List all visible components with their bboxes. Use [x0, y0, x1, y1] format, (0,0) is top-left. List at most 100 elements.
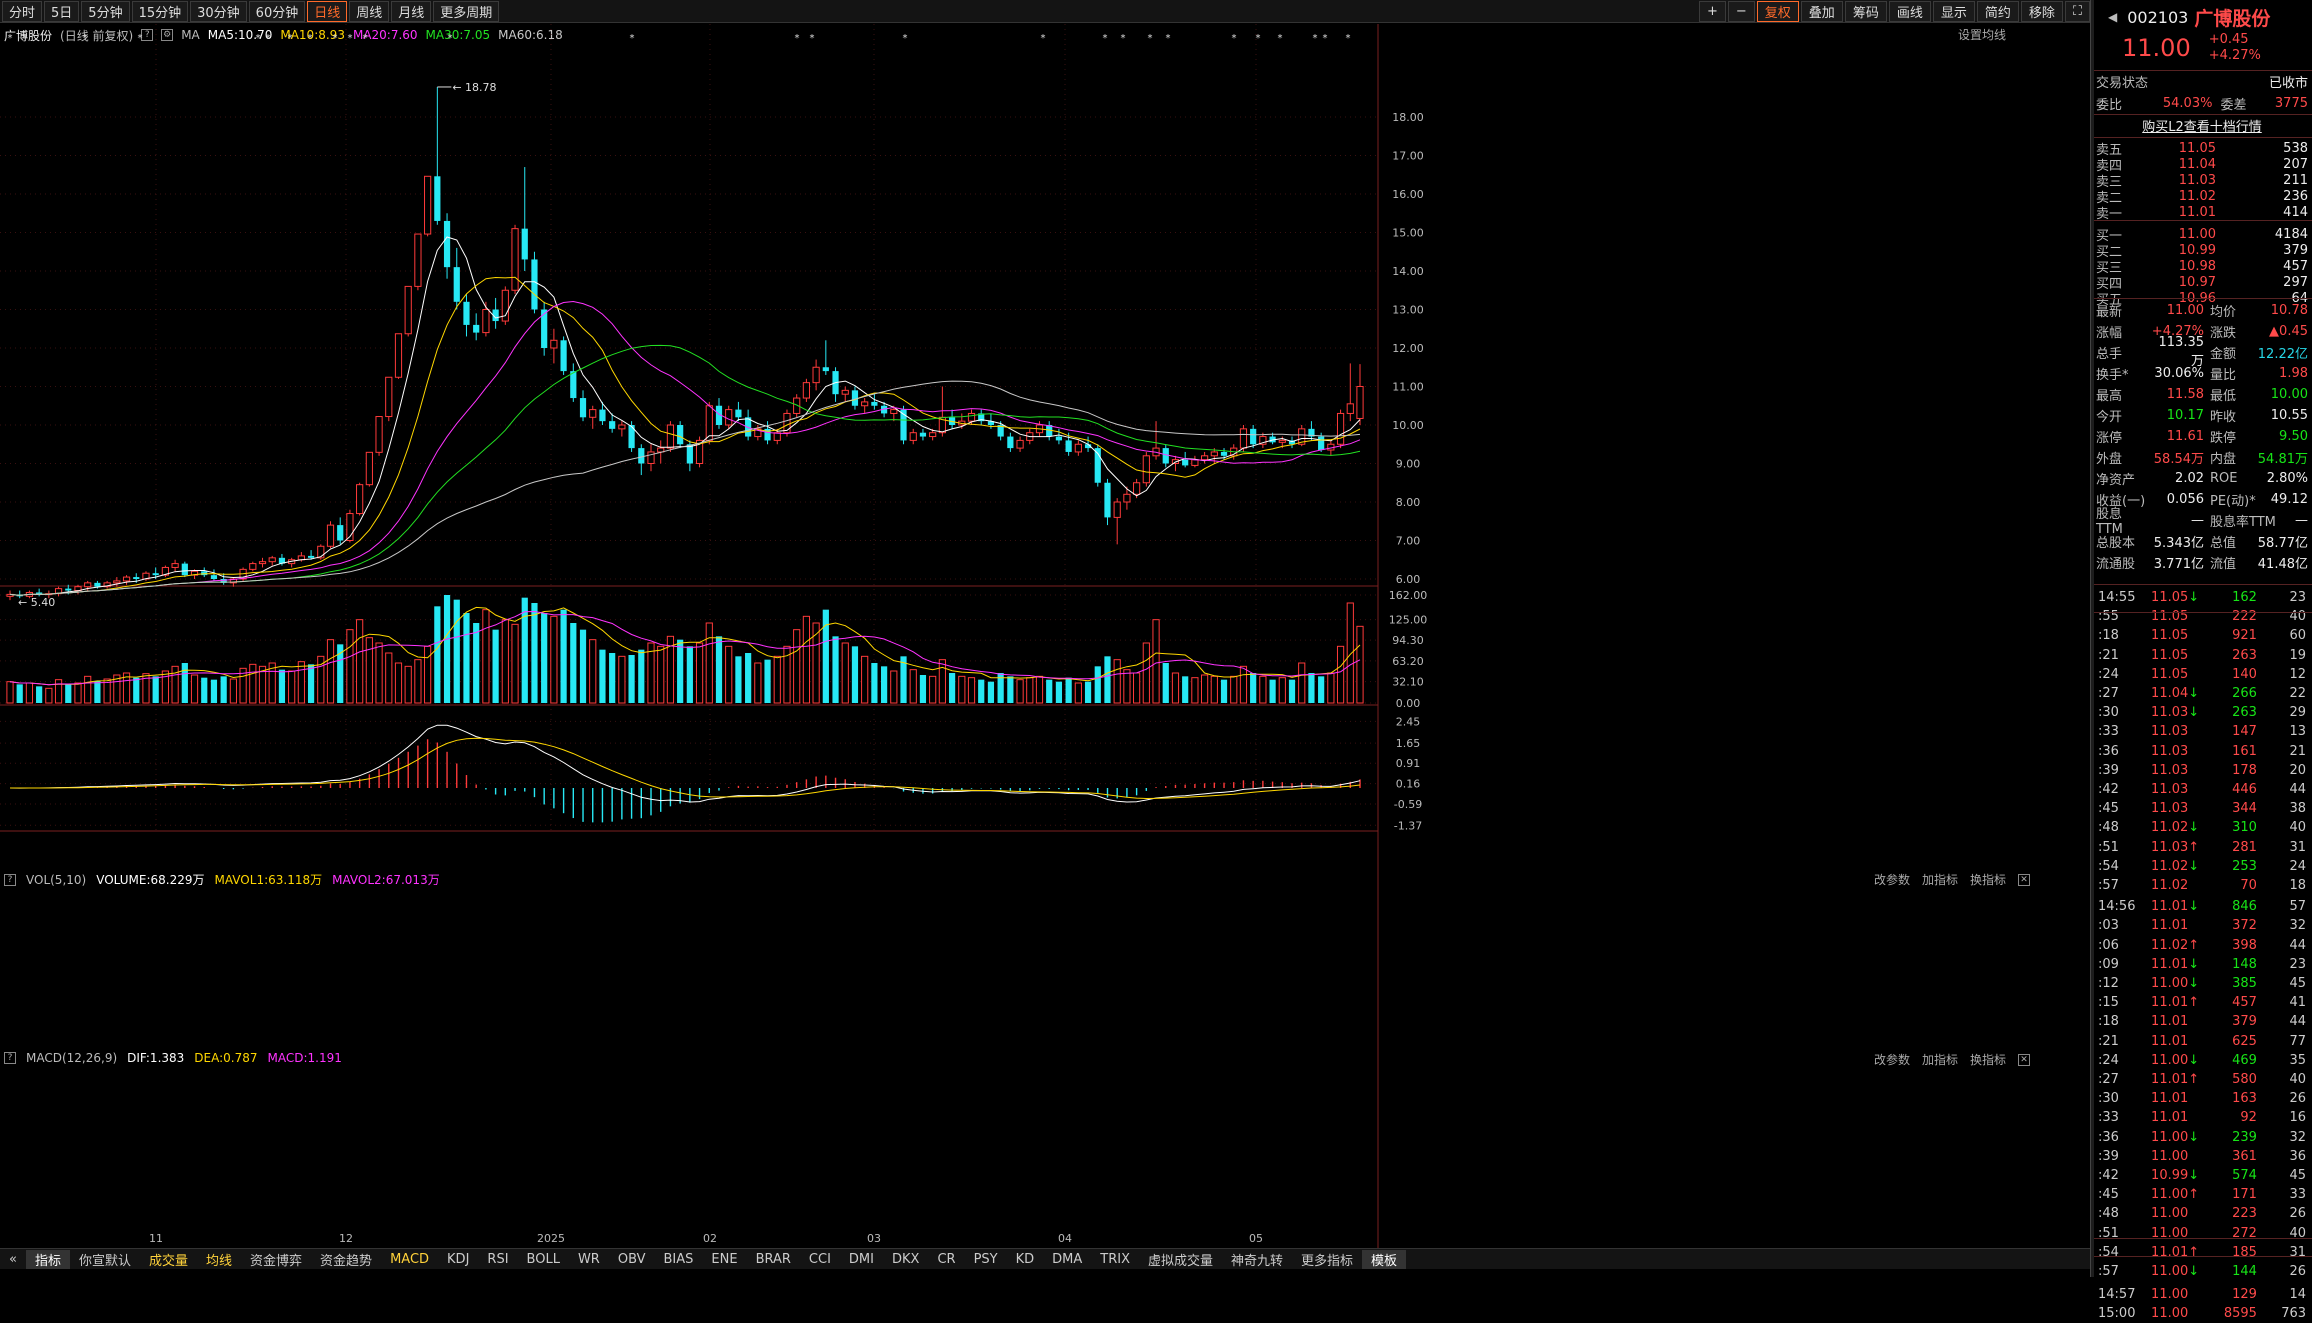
indicator-tab-17[interactable]: DKX — [883, 1252, 928, 1267]
indicator-tab-4[interactable]: 资金博弈 — [241, 1250, 311, 1269]
level2-link[interactable]: 购买L2查看十档行情 — [2142, 116, 2262, 135]
event-marker-icon[interactable]: * — [1166, 33, 1171, 44]
event-marker-icon[interactable]: * — [23, 33, 28, 44]
macd-help-icon[interactable]: ? — [4, 1052, 16, 1064]
indicator-tab-20[interactable]: KD — [1007, 1252, 1044, 1267]
arrow-left-icon[interactable]: ◀ — [2108, 10, 2117, 24]
vol-add-indicator[interactable]: 加指标 — [1922, 871, 1958, 888]
event-marker-icon[interactable]: * — [1313, 33, 1318, 44]
volume-bar — [802, 615, 811, 704]
indicator-tab-9[interactable]: BOLL — [518, 1252, 569, 1267]
event-marker-icon[interactable]: * — [288, 33, 293, 44]
event-marker-icon[interactable]: * — [1323, 33, 1328, 44]
indicator-tab-10[interactable]: WR — [569, 1252, 609, 1267]
indicator-tab-25[interactable]: 更多指标 — [1292, 1250, 1362, 1269]
event-marker-icon[interactable]: * — [795, 33, 800, 44]
indicator-tab-6[interactable]: MACD — [381, 1252, 438, 1267]
indicator-tab-26[interactable]: 模板 — [1362, 1249, 1407, 1269]
tick-arrow: ↑ — [2188, 1072, 2200, 1087]
tick-count: 40 — [2289, 820, 2307, 836]
indicator-tab-14[interactable]: BRAR — [747, 1252, 800, 1267]
indicator-tab-13[interactable]: ENE — [702, 1252, 746, 1267]
event-marker-icon[interactable]: * — [1232, 33, 1237, 44]
event-marker-icon[interactable]: * — [308, 33, 313, 44]
vol-tick-label: 94.30 — [1392, 634, 1424, 647]
indicator-tab-24[interactable]: 神奇九转 — [1222, 1250, 1292, 1269]
event-marker-icon[interactable]: * — [630, 33, 635, 44]
event-marker-icon[interactable]: * — [448, 33, 453, 44]
event-marker-icon[interactable]: * — [1041, 33, 1046, 44]
volume-bar — [356, 619, 364, 704]
stat-value: 3.771亿 — [2153, 556, 2204, 572]
indicator-tab-7[interactable]: KDJ — [438, 1252, 478, 1267]
indicator-tab-23[interactable]: 虚拟成交量 — [1139, 1250, 1222, 1269]
vol-help-icon[interactable]: ? — [4, 873, 16, 886]
event-marker-icon[interactable]: * — [1256, 33, 1261, 44]
event-marker-icon[interactable]: * — [348, 33, 353, 44]
indicator-tab-1[interactable]: 你宣默认 — [70, 1250, 140, 1269]
tick-row: :45 11.00 ↑ 171 33 — [2098, 1185, 2306, 1204]
stats-row: 总手 113.35万 金额 12.22亿 — [2096, 335, 2308, 369]
tick-row: :33 11.03 147 13 — [2098, 722, 2306, 741]
volume-bar — [297, 661, 305, 704]
scroll-left-icon[interactable]: « — [0, 1252, 26, 1267]
volume-bar — [890, 670, 898, 704]
event-marker-icon[interactable]: * — [256, 33, 261, 44]
tick-count: 29 — [2289, 705, 2307, 721]
volume-bar — [1162, 663, 1169, 703]
indicator-tab-8[interactable]: RSI — [478, 1252, 517, 1267]
event-marker-icon[interactable]: * — [363, 33, 368, 44]
tick-price: 11.03 — [2151, 839, 2189, 855]
indicator-tab-16[interactable]: DMI — [840, 1252, 883, 1267]
tick-volume: 239 — [2232, 1129, 2257, 1145]
indicator-tab-3[interactable]: 均线 — [197, 1250, 241, 1269]
candle — [841, 386, 849, 402]
indicator-tab-21[interactable]: DMA — [1043, 1252, 1091, 1267]
macd-add-indicator[interactable]: 加指标 — [1922, 1051, 1958, 1068]
event-marker-icon[interactable]: * — [1148, 33, 1153, 44]
volume-bar — [958, 675, 966, 704]
macd-edit-params[interactable]: 改参数 — [1874, 1051, 1910, 1068]
event-marker-icon[interactable]: * — [1278, 33, 1283, 44]
macd-switch-indicator[interactable]: 换指标 — [1970, 1051, 2006, 1068]
event-marker-icon[interactable]: * — [138, 33, 143, 44]
tick-price: 11.02 — [2151, 858, 2189, 874]
orderbook-volume: 211 — [2283, 172, 2308, 188]
event-marker-icon[interactable]: * — [903, 33, 908, 44]
macd-close-icon[interactable]: ✕ — [2018, 1053, 2031, 1066]
indicator-tab-11[interactable]: OBV — [609, 1252, 655, 1267]
event-marker-icon[interactable]: * — [8, 33, 13, 44]
volume-bar — [599, 649, 606, 703]
vol-close-icon[interactable]: ✕ — [2018, 873, 2031, 886]
price-header: 11.00 +0.45 +4.27% — [2096, 30, 2308, 66]
vol-switch-indicator[interactable]: 换指标 — [1970, 871, 2006, 888]
indicator-tab-5[interactable]: 资金趋势 — [311, 1250, 381, 1269]
indicator-tab-12[interactable]: BIAS — [655, 1252, 703, 1267]
volume-bar — [249, 663, 257, 704]
volume-bar — [346, 629, 354, 704]
stat-value: 12.22亿 — [2257, 346, 2308, 362]
orderbook-price: 11.04 — [2178, 156, 2216, 172]
indicator-tab-15[interactable]: CCI — [800, 1252, 840, 1267]
stat-label: 涨停 — [2096, 430, 2123, 446]
orderbook-price: 10.99 — [2178, 242, 2216, 258]
indicator-tab-19[interactable]: PSY — [965, 1252, 1007, 1267]
event-marker-icon[interactable]: * — [1346, 33, 1351, 44]
event-marker-icon[interactable]: * — [333, 33, 338, 44]
volume-bar — [909, 669, 917, 704]
event-marker-icon[interactable]: * — [266, 33, 271, 44]
indicator-tab-22[interactable]: TRIX — [1091, 1252, 1139, 1267]
candle — [220, 573, 227, 585]
indicator-tab-2[interactable]: 成交量 — [140, 1250, 197, 1269]
event-marker-icon[interactable]: * — [810, 33, 815, 44]
event-marker-icon[interactable]: * — [83, 33, 88, 44]
tick-price: 11.04 — [2151, 686, 2189, 701]
event-marker-icon[interactable]: * — [1121, 33, 1126, 44]
candle — [1288, 436, 1296, 449]
vol-edit-params[interactable]: 改参数 — [1874, 871, 1910, 888]
event-marker-icon[interactable]: * — [1103, 33, 1108, 44]
tick-row: :21 11.05 263 19 — [2098, 646, 2306, 665]
indicator-tab-18[interactable]: CR — [928, 1252, 964, 1267]
indicator-tab-0[interactable]: 指标 — [25, 1249, 70, 1269]
candle — [201, 567, 208, 578]
